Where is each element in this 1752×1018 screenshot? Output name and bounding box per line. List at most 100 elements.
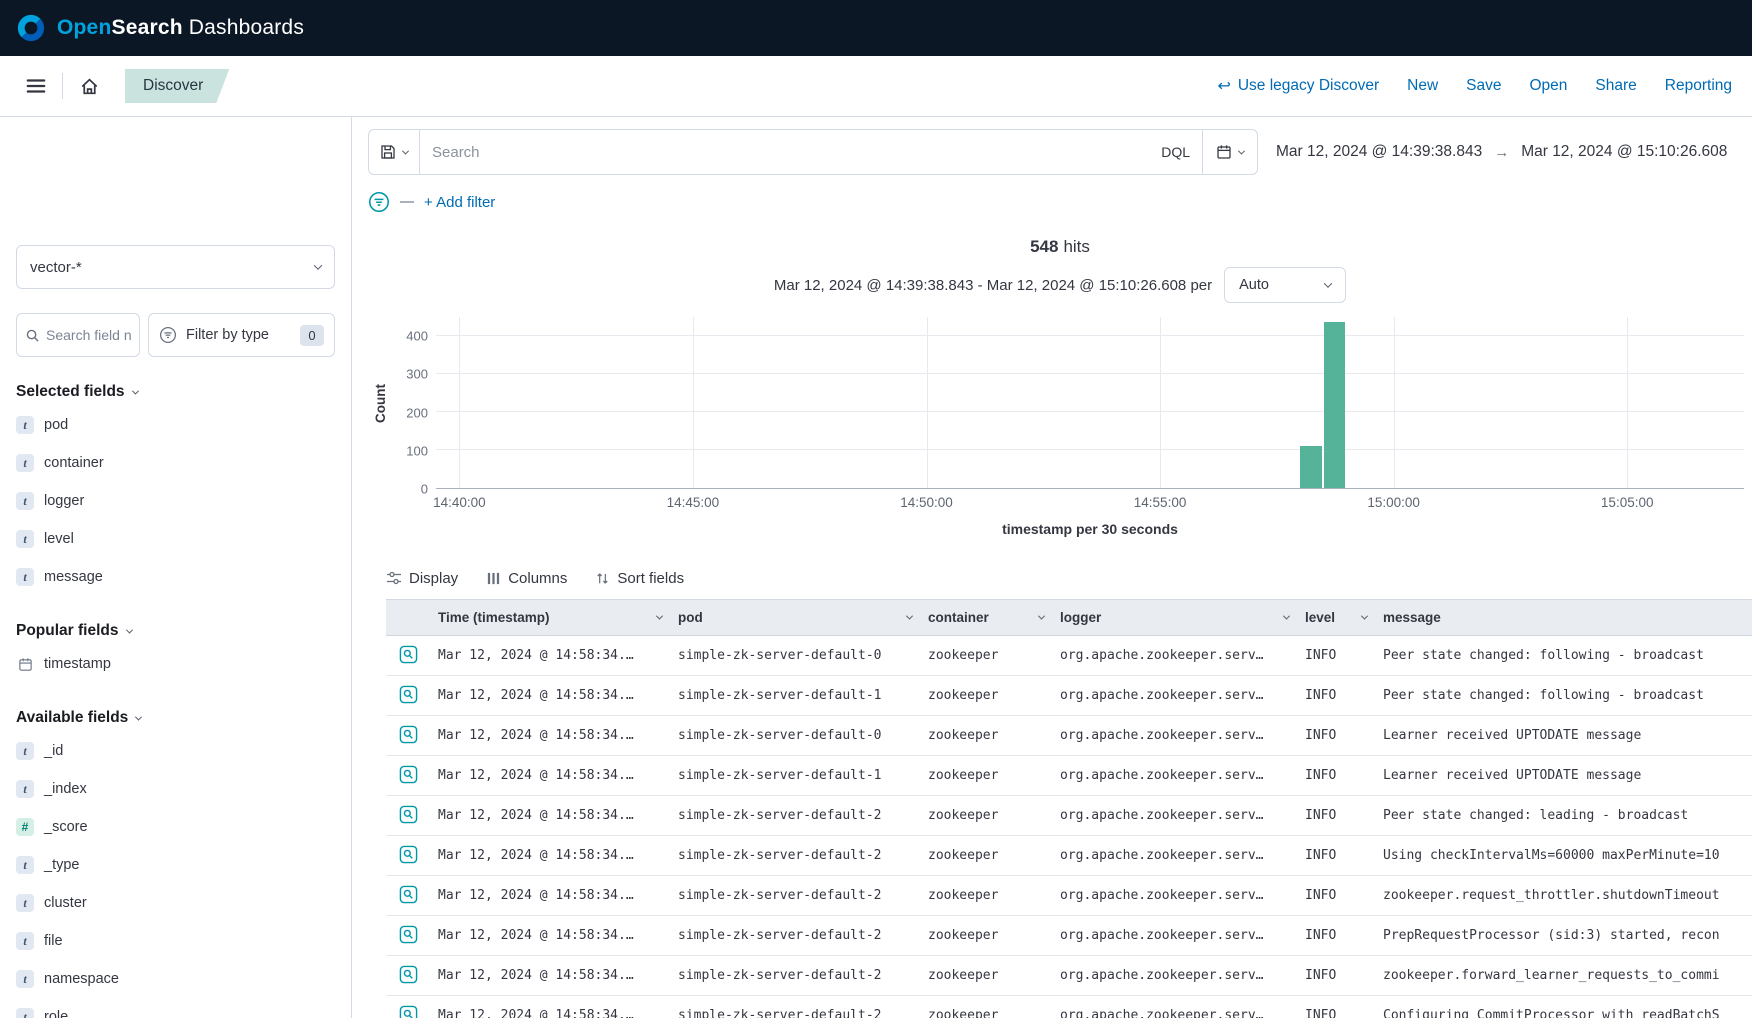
field-id[interactable]: t_id	[16, 732, 335, 770]
histogram-plot[interactable]	[436, 317, 1744, 489]
chevron-down-icon[interactable]	[656, 613, 663, 620]
field-level[interactable]: tlevel	[16, 520, 335, 558]
query-box: DQL	[368, 129, 1258, 175]
x-tick-label: 14:40:00	[433, 495, 486, 510]
gridline-horizontal	[436, 373, 1744, 374]
nav-link-new[interactable]: New	[1407, 77, 1438, 95]
index-pattern-selector[interactable]: vector-*	[16, 245, 335, 289]
field-name: _id	[44, 743, 63, 759]
time-range-start[interactable]: Mar 12, 2024 @ 14:39:38.843	[1276, 143, 1482, 161]
field-score[interactable]: #_score	[16, 808, 335, 846]
field-file[interactable]: tfile	[16, 922, 335, 960]
nav-link-share[interactable]: Share	[1595, 77, 1636, 95]
table-row: Mar 12, 2024 @ 14:58:34.…simple-zk-serve…	[386, 836, 1752, 876]
field-list-popular-fields: timestamp	[16, 645, 335, 683]
expand-document-icon[interactable]	[397, 843, 420, 866]
histogram-bar[interactable]	[1300, 446, 1321, 488]
chevron-down-icon[interactable]	[1361, 613, 1368, 620]
page-body: vector-* Filter by type 0	[0, 117, 1752, 1018]
discover-sidebar: vector-* Filter by type 0	[0, 117, 352, 1018]
time-range[interactable]: Mar 12, 2024 @ 14:39:38.843 → Mar 12, 20…	[1276, 143, 1727, 161]
field-index[interactable]: t_index	[16, 770, 335, 808]
chevron-down-icon[interactable]	[1283, 613, 1290, 620]
cell-logger: org.apache.zookeeper.serv…	[1052, 876, 1297, 916]
display-button[interactable]: Display	[386, 570, 458, 587]
nav-link-label: Share	[1595, 77, 1636, 95]
histogram-bar[interactable]	[1324, 322, 1345, 488]
menu-icon[interactable]	[16, 66, 56, 106]
field-container[interactable]: tcontainer	[16, 444, 335, 482]
date-picker-button[interactable]	[1202, 130, 1257, 174]
home-icon[interactable]	[69, 66, 109, 106]
filter-circle-icon[interactable]	[368, 191, 390, 213]
text-field-icon: t	[16, 416, 34, 434]
breadcrumb[interactable]: Discover	[125, 69, 229, 103]
field-search-input[interactable]	[46, 327, 131, 343]
expand-document-icon[interactable]	[397, 883, 420, 906]
nav-link-save[interactable]: Save	[1466, 77, 1501, 95]
hits-count: 548hits	[368, 237, 1752, 261]
expand-document-icon[interactable]	[397, 643, 420, 666]
expand-document-icon[interactable]	[397, 763, 420, 786]
nav-link-use-legacy-discover[interactable]: ↩Use legacy Discover	[1217, 76, 1379, 96]
expand-document-icon[interactable]	[397, 683, 420, 706]
field-message[interactable]: tmessage	[16, 558, 335, 596]
toolbar-divider	[62, 73, 63, 99]
column-header-inner: message	[1383, 610, 1752, 625]
expand-document-icon[interactable]	[397, 723, 420, 746]
field-cluster[interactable]: tcluster	[16, 884, 335, 922]
button-label: Sort fields	[617, 570, 684, 587]
column-header-inner: container	[928, 610, 1044, 625]
chevron-down-icon[interactable]	[906, 613, 913, 620]
column-header-pod[interactable]: pod	[670, 600, 920, 636]
y-tick-label: 400	[406, 329, 428, 344]
chevron-down-icon[interactable]	[1038, 613, 1045, 620]
nav-link-reporting[interactable]: Reporting	[1665, 77, 1732, 95]
column-header-message[interactable]: message	[1375, 600, 1752, 636]
y-tick-label: 300	[406, 367, 428, 382]
section-header-selected-fields[interactable]: Selected fields	[16, 382, 335, 402]
column-header-time-timestamp[interactable]: Time (timestamp)	[430, 600, 670, 636]
columns-button[interactable]: Columns	[486, 570, 567, 587]
expand-document-icon[interactable]	[397, 803, 420, 826]
query-language-button[interactable]: DQL	[1149, 144, 1202, 160]
filter-by-type-button[interactable]: Filter by type 0	[148, 313, 335, 357]
text-field-icon: t	[16, 780, 34, 798]
field-timestamp[interactable]: timestamp	[16, 645, 335, 683]
column-header-container[interactable]: container	[920, 600, 1052, 636]
text-field-icon: t	[16, 932, 34, 950]
column-header-logger[interactable]: logger	[1052, 600, 1297, 636]
field-pod[interactable]: tpod	[16, 406, 335, 444]
field-logger[interactable]: tlogger	[16, 482, 335, 520]
interval-select[interactable]: Auto	[1224, 267, 1346, 303]
expand-document-icon[interactable]	[397, 923, 420, 946]
column-header-level[interactable]: level	[1297, 600, 1375, 636]
cell-message: Configuring CommitProcessor with readBat…	[1375, 996, 1752, 1018]
expand-cell	[386, 796, 430, 836]
query-input[interactable]	[420, 144, 1149, 161]
column-header-inner: pod	[678, 610, 912, 625]
section-title: Selected fields	[16, 383, 125, 401]
expand-document-icon[interactable]	[397, 963, 420, 986]
cell-message: Using checkIntervalMs=60000 maxPerMinute…	[1375, 836, 1752, 876]
add-filter-button[interactable]: + Add filter	[424, 194, 495, 211]
field-type[interactable]: t_type	[16, 846, 335, 884]
saved-query-menu-button[interactable]	[369, 130, 420, 174]
expand-document-icon[interactable]	[397, 1003, 420, 1018]
section-header-popular-fields[interactable]: Popular fields	[16, 621, 335, 641]
chevron-down-icon	[314, 261, 322, 269]
nav-link-open[interactable]: Open	[1530, 77, 1568, 95]
cell-pod: simple-zk-server-default-2	[670, 876, 920, 916]
section-header-available-fields[interactable]: Available fields	[16, 708, 335, 728]
field-role[interactable]: trole	[16, 998, 335, 1018]
cell-container: zookeeper	[920, 996, 1052, 1018]
expand-cell	[386, 956, 430, 996]
field-name: level	[44, 531, 74, 547]
field-namespace[interactable]: tnamespace	[16, 960, 335, 998]
cell-container: zookeeper	[920, 916, 1052, 956]
sort-fields-button[interactable]: Sort fields	[595, 570, 684, 587]
documents-table-section: Display Columns Sort fields Time (timestam…	[368, 557, 1752, 1018]
table-row: Mar 12, 2024 @ 14:58:34.…simple-zk-serve…	[386, 636, 1752, 676]
time-range-end[interactable]: Mar 12, 2024 @ 15:10:26.608	[1521, 143, 1727, 161]
nav-links: ↩Use legacy Discover New Save Open Share Repo…	[1217, 76, 1752, 96]
